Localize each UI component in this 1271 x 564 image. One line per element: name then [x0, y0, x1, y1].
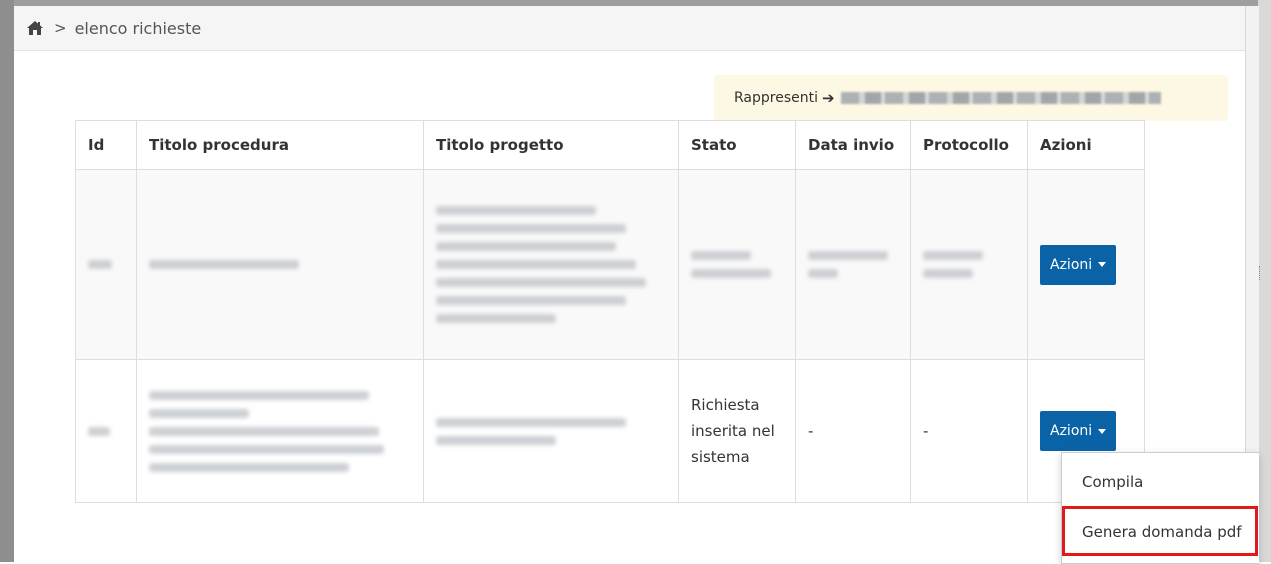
breadcrumb-separator: >	[54, 19, 67, 37]
rappresenti-label: Rappresenti	[734, 90, 818, 106]
azioni-label: Azioni	[1050, 423, 1093, 439]
window-left-border	[0, 0, 14, 562]
window-right-border	[1258, 0, 1271, 562]
header-azioni: Azioni	[1027, 120, 1145, 170]
header-id: Id	[75, 120, 137, 170]
home-icon[interactable]	[26, 20, 44, 36]
cell-azioni: Azioni	[1027, 169, 1145, 360]
redacted-represented-entity	[840, 92, 1161, 104]
cell-protocollo: -	[910, 359, 1028, 503]
menu-item-compila[interactable]: Compila	[1062, 461, 1259, 503]
breadcrumb-current: elenco richieste	[74, 18, 202, 38]
cell-stato: Richiesta inserita nel sistema	[678, 359, 796, 503]
cell-stato	[678, 169, 796, 360]
cell-id	[75, 359, 137, 503]
cell-titolo-procedura	[136, 169, 424, 360]
azioni-label: Azioni	[1050, 256, 1093, 273]
caret-down-icon	[1098, 428, 1107, 434]
azioni-button[interactable]: Azioni	[1040, 244, 1117, 285]
cell-protocollo	[910, 169, 1028, 360]
caret-down-icon	[1098, 262, 1107, 267]
table-header-row: Id Titolo procedura Titolo progetto Stat…	[75, 120, 1145, 170]
cell-id	[75, 169, 137, 360]
cell-titolo-progetto	[423, 359, 679, 503]
table-row: Richiesta inserita nel sistema - - Azion…	[75, 359, 1145, 503]
cell-titolo-progetto	[423, 169, 679, 360]
header-data-invio: Data invio	[795, 120, 911, 170]
header-stato: Stato	[678, 120, 796, 170]
cell-data-invio	[795, 169, 911, 360]
header-titolo-progetto: Titolo progetto	[423, 120, 679, 170]
resize-handle[interactable]	[1259, 266, 1263, 280]
header-titolo-procedura: Titolo procedura	[136, 120, 424, 170]
cell-titolo-procedura	[136, 359, 424, 503]
arrow-right-icon: ➔	[822, 89, 835, 107]
header-protocollo: Protocollo	[910, 120, 1028, 170]
cell-data-invio: -	[795, 359, 911, 503]
breadcrumb: > elenco richieste	[14, 6, 1245, 51]
requests-table: Id Titolo procedura Titolo progetto Stat…	[75, 120, 1145, 503]
rappresenti-notice: Rappresenti ➔	[714, 75, 1228, 121]
highlight-annotation	[1062, 506, 1258, 556]
table-row: Azioni	[75, 169, 1145, 360]
azioni-button[interactable]: Azioni	[1040, 411, 1117, 451]
